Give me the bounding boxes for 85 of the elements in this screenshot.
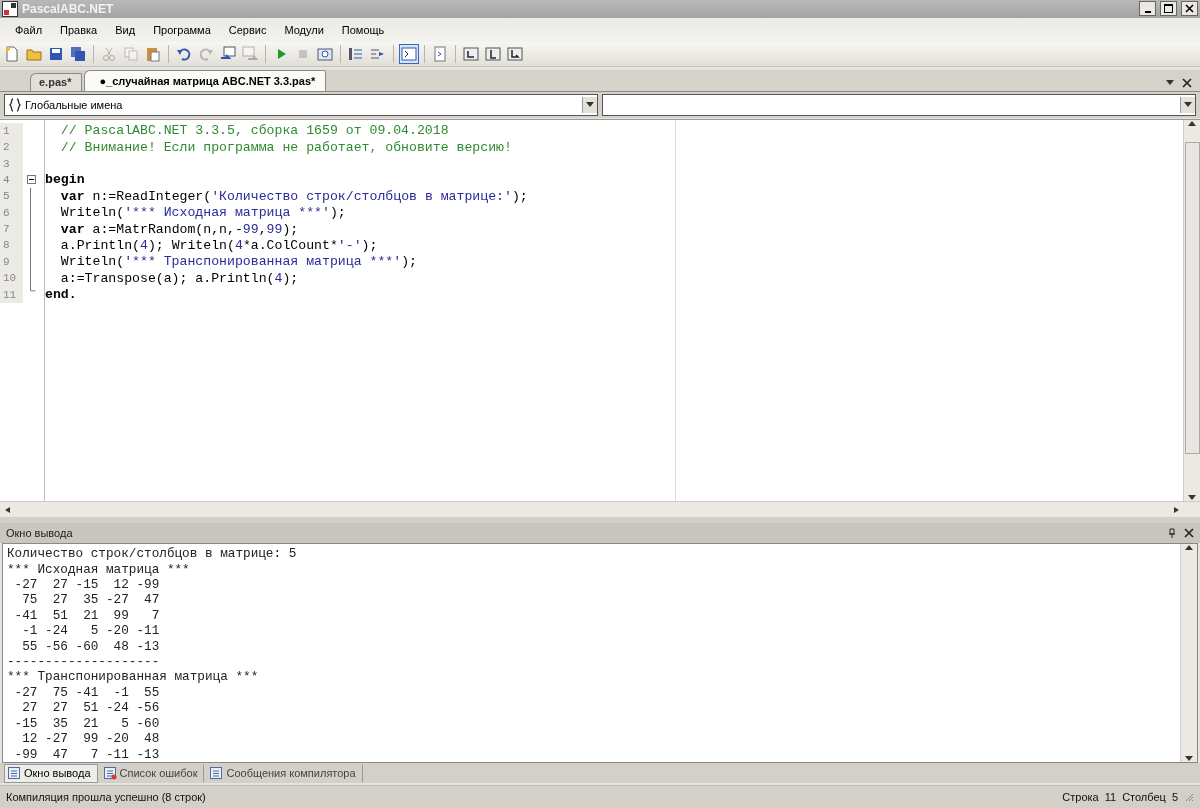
fold-toggle-icon[interactable]: [26, 175, 36, 185]
panel-tab[interactable]: Сообщения компилятора: [206, 763, 363, 783]
code-line: Writeln('*** Транспонированная матрица ***');: [59, 254, 417, 270]
output-line: 27 27 51 -24 -56: [21, 700, 161, 716]
minimize-icon: [1144, 10, 1151, 13]
copy-icon: [123, 45, 139, 62]
code-line: // Внимание! Если программа не работает, обновите версию!: [59, 139, 512, 155]
code-line: end.: [45, 287, 77, 303]
document-icon: [4, 45, 20, 62]
dropdown-icon[interactable]: [1184, 101, 1192, 108]
maximize-button[interactable]: [1160, 1, 1177, 17]
scroll-left-icon[interactable]: [4, 506, 12, 513]
page-icon: [432, 45, 448, 62]
close-icon[interactable]: [1182, 77, 1192, 88]
menu-item[interactable]: Помощь: [332, 23, 394, 36]
line-number: 6: [0, 204, 23, 221]
pane-title: Окно вывода: [6, 527, 73, 540]
output-line: -41 51 21 99 7: [13, 607, 161, 624]
output-line: --------------------: [7, 654, 161, 670]
menu-item[interactable]: Файл: [6, 23, 52, 36]
floppy-disks-icon: [70, 45, 86, 62]
output-line: -27 75 -41 -1 55: [13, 684, 161, 701]
scissors-icon: [101, 45, 117, 62]
line-number: 11: [1104, 791, 1117, 804]
output-line: -27 27 -15 12 -99: [13, 577, 161, 593]
line-number: 1: [0, 122, 23, 139]
line-number: 11: [0, 286, 23, 303]
scroll-right-icon[interactable]: [1172, 506, 1180, 513]
error-list-icon: [102, 766, 117, 781]
file-tab[interactable]: ●_случайная матрица ABC.NET 3.3.pas*: [84, 69, 327, 91]
resize-grip-icon: [1184, 792, 1194, 803]
list-icon: [7, 766, 21, 781]
code-line: Writeln('*** Исходная матрица ***');: [59, 205, 346, 221]
output-line: *** Транспонированная матрица ***: [7, 669, 260, 685]
maximize-icon: [1164, 4, 1173, 14]
file-tab[interactable]: e.pas*: [30, 72, 83, 91]
dropdown-icon[interactable]: [1166, 79, 1174, 86]
column-number: 5: [1171, 791, 1178, 804]
window-icon: [220, 45, 236, 62]
menu-item[interactable]: Сервис: [219, 23, 276, 36]
member-select[interactable]: [602, 93, 1196, 116]
dropdown-icon[interactable]: [586, 101, 594, 108]
console-icon: [401, 45, 417, 62]
scrollbar-thumb[interactable]: [1184, 141, 1200, 454]
column-label: Столбец: [1122, 791, 1166, 804]
menu-item[interactable]: Правка: [51, 23, 107, 36]
line-label: Строка: [1062, 791, 1099, 804]
step-icon: [348, 45, 364, 62]
code-line: begin: [45, 172, 85, 188]
panel-tab[interactable]: Окно вывода: [4, 763, 98, 783]
output-line: 75 27 35 -27 47: [21, 592, 161, 608]
window-icon: [242, 45, 258, 62]
line-number: 8: [0, 237, 23, 254]
menu-item[interactable]: Модули: [275, 23, 333, 36]
line-number: 3: [0, 155, 23, 172]
output-line: 55 -56 -60 48 -13: [21, 638, 161, 655]
code-line: a.Println(4); Writeln(4*a.ColCount*'-');: [59, 237, 378, 253]
clipboard-icon: [145, 45, 161, 62]
menu-item[interactable]: Вид: [106, 23, 145, 36]
output-line: -15 35 21 5 -60: [13, 715, 161, 732]
app-logo-icon: [2, 0, 18, 17]
scope-select[interactable]: Глобальные имена: [4, 93, 598, 116]
code-line: var n:=ReadInteger('Количество строк/столбцов в матрице:');: [59, 188, 528, 204]
output-line: -1 -24 5 -20 -11: [21, 623, 161, 639]
code-line: var a:=MatrRandom(n,n,-99,99);: [59, 221, 299, 237]
code-line: // PascalABC.NET 3.3.5, сборка 1659 от 09.04.2018: [59, 123, 449, 139]
output-line: -99 47 7 -11 -13: [13, 746, 161, 762]
line-number: 5: [0, 188, 23, 205]
minimize-button[interactable]: [1139, 1, 1156, 17]
menu-item[interactable]: Программа: [144, 23, 220, 36]
status-message: Компиляция прошла успешно (8 строк): [6, 791, 206, 804]
braces-icon: [8, 97, 22, 112]
list-icon: [209, 766, 224, 781]
output-line: *** Исходная матрица ***: [7, 561, 191, 578]
output-line: Количество строк/столбцов в матрице: 5: [7, 546, 298, 562]
panel-tab[interactable]: Список ошибок: [99, 763, 205, 783]
output-line: 12 -27 99 -20 48: [21, 731, 161, 747]
close-icon[interactable]: [1184, 528, 1194, 539]
code-line: a:=Transpose(a); a.Println(4);: [59, 270, 299, 286]
toolbar-button[interactable]: [399, 43, 419, 64]
pin-icon[interactable]: [1168, 528, 1176, 539]
line-number: 10: [0, 270, 23, 287]
close-icon: [1185, 4, 1194, 14]
close-button[interactable]: [1181, 1, 1198, 17]
window-title: PascalABC.NET: [22, 1, 115, 16]
